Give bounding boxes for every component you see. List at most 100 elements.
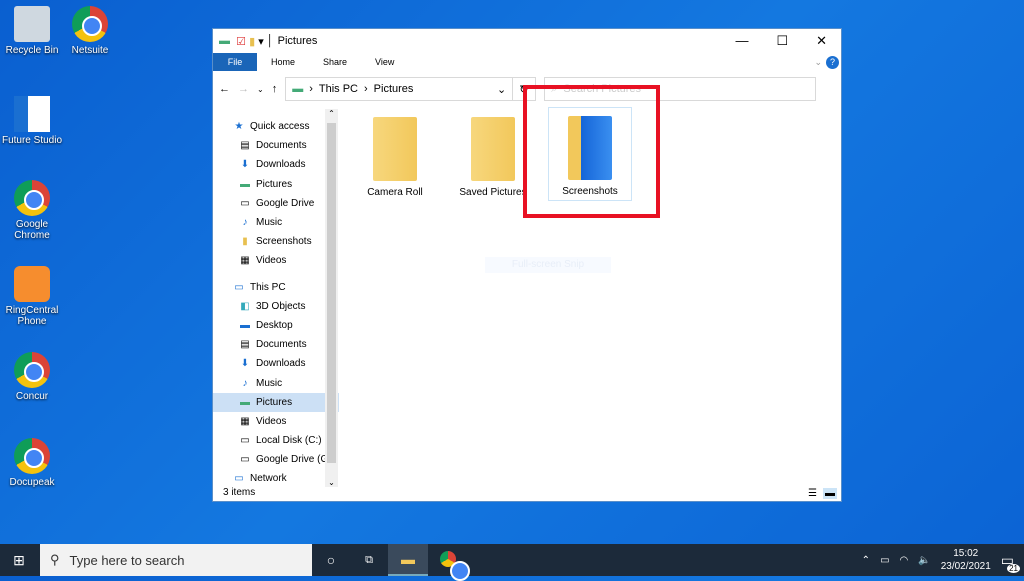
search-icon: ⚲ <box>50 552 60 568</box>
nav-3d-objects[interactable]: ◧3D Objects <box>213 297 339 316</box>
forward-button[interactable]: → <box>238 83 249 95</box>
cortana-icon[interactable]: ○ <box>312 552 350 568</box>
breadcrumb-pictures[interactable]: Pictures <box>374 83 414 95</box>
label: Local Disk (C:) <box>256 435 322 446</box>
nav-scrollbar[interactable]: ⌃⌄ <box>325 109 338 487</box>
notifications-button[interactable]: ▭21 <box>1001 552 1014 569</box>
videos-icon: ▦ <box>239 255 251 266</box>
nav-pc-documents[interactable]: ▤ Documents <box>213 335 339 354</box>
nav-videos[interactable]: ▦ Videos <box>213 251 339 270</box>
start-button[interactable]: ⊞ <box>0 552 38 569</box>
nav-pc-downloads[interactable]: ⬇Downloads <box>213 354 339 373</box>
label: Music <box>256 378 282 389</box>
details-view-button[interactable]: ☰ <box>808 488 817 499</box>
file-explorer-taskbar-icon[interactable]: ▬ <box>388 544 428 576</box>
highlight-box <box>523 85 660 218</box>
notification-count: 21 <box>1007 564 1020 573</box>
label: Recycle Bin <box>6 45 59 56</box>
tab-home[interactable]: Home <box>257 57 309 67</box>
nav-desktop[interactable]: ▬ Desktop <box>213 316 339 335</box>
label: Concur <box>16 391 48 402</box>
desktop-icon-ringcentral[interactable]: RingCentral Phone <box>0 266 64 327</box>
help-icon[interactable]: ? <box>826 56 839 69</box>
app-icon <box>14 96 50 132</box>
nav-local-disk[interactable]: ▭ Local Disk (C:) <box>213 431 339 450</box>
chevron-down-icon[interactable]: ⌄ <box>497 83 506 96</box>
nav-network[interactable]: ▭ Network <box>213 469 339 488</box>
minimize-button[interactable]: — <box>735 33 748 49</box>
battery-icon[interactable]: ▭ <box>880 555 889 566</box>
folder-camera-roll[interactable]: Camera Roll <box>353 109 437 198</box>
chrome-icon <box>14 180 50 216</box>
nav-downloads[interactable]: ⬇Downloads📌 <box>213 155 339 174</box>
scrollbar-thumb[interactable] <box>327 123 336 463</box>
download-icon: ⬇ <box>239 358 251 369</box>
documents-icon: ▤ <box>239 339 251 350</box>
label: Saved Pictures <box>459 187 526 198</box>
clock[interactable]: 15:0223/02/2021 <box>941 547 991 573</box>
label: Netsuite <box>72 45 109 56</box>
desktop-icon-docupeak[interactable]: Docupeak <box>0 438 64 488</box>
label: Docupeak <box>9 477 54 488</box>
recycle-bin-icon <box>14 6 50 42</box>
disk-icon: ▭ <box>239 435 251 446</box>
breadcrumb-this-pc[interactable]: This PC <box>319 83 358 95</box>
recent-icon[interactable]: ⌄ <box>257 85 264 94</box>
nav-pc-videos[interactable]: ▦Videos <box>213 412 339 431</box>
nav-pc-music[interactable]: ♪Music <box>213 373 339 392</box>
folder-icon <box>471 117 515 181</box>
label: Google Drive (G:) <box>256 454 334 465</box>
task-view-icon[interactable]: ⧉ <box>350 554 388 567</box>
address-bar[interactable]: ▬›This PC›Pictures⌄ <box>285 77 513 101</box>
nav-this-pc[interactable]: ▭This PC <box>213 278 339 297</box>
network-icon: ▭ <box>233 473 245 484</box>
window-title: Pictures <box>278 35 318 47</box>
phone-icon <box>14 266 50 302</box>
show-hidden-icons[interactable]: ⌃ <box>862 555 870 566</box>
taskbar-search[interactable]: ⚲ Type here to search <box>40 544 312 576</box>
tab-file[interactable]: File <box>213 53 257 71</box>
nav-documents[interactable]: ▤Documents📌 <box>213 136 339 155</box>
tab-view[interactable]: View <box>361 57 408 67</box>
close-button[interactable]: ✕ <box>816 33 827 49</box>
large-icons-view-button[interactable]: ▬ <box>823 488 837 499</box>
volume-icon[interactable]: 🔈 <box>918 555 930 566</box>
desktop-icon-concur[interactable]: Concur <box>0 352 64 402</box>
desktop-icon-google-chrome[interactable]: Google Chrome <box>0 180 64 241</box>
label: Downloads <box>256 159 305 170</box>
up-button[interactable]: ↑ <box>272 83 278 95</box>
label: Network <box>250 473 287 484</box>
label: Desktop <box>256 320 293 331</box>
folder-icon[interactable]: ▮ <box>249 35 255 48</box>
videos-icon: ▦ <box>239 416 251 427</box>
star-icon: ★ <box>233 121 245 132</box>
label: Documents <box>256 339 307 350</box>
properties-icon[interactable]: ☑ <box>236 35 246 48</box>
chrome-taskbar-icon[interactable] <box>428 551 468 570</box>
label: Pictures <box>256 179 292 190</box>
nav-quick-access[interactable]: ★Quick access <box>213 117 339 136</box>
desktop-icon-recycle-bin[interactable]: Recycle Bin <box>0 6 64 56</box>
search-placeholder: Type here to search <box>70 553 185 568</box>
nav-pictures[interactable]: ▬Pictures📌 <box>213 175 339 194</box>
desktop-icon-netsuite[interactable]: Netsuite <box>58 6 122 56</box>
customize-qat-icon[interactable]: ▾ <box>258 35 264 48</box>
back-button[interactable]: ← <box>219 83 230 95</box>
desktop-icon-future-studio[interactable]: Future Studio <box>0 96 64 146</box>
label: Screenshots <box>256 236 312 247</box>
download-icon: ⬇ <box>239 159 251 170</box>
tab-share[interactable]: Share <box>309 57 361 67</box>
chrome-icon <box>14 438 50 474</box>
wifi-icon[interactable]: ◠ <box>900 555 909 566</box>
nav-music[interactable]: ♪Music📌 <box>213 213 339 232</box>
label: Videos <box>256 255 286 266</box>
nav-screenshots[interactable]: ▮Screenshots <box>213 232 339 251</box>
drive-icon: ▭ <box>239 198 251 209</box>
nav-google-drive-g[interactable]: ▭Google Drive (G:) <box>213 450 339 469</box>
nav-pc-pictures[interactable]: ▬Pictures <box>213 393 339 412</box>
maximize-button[interactable]: ☐ <box>776 33 788 49</box>
expand-ribbon-icon[interactable]: ⌄ <box>810 57 826 68</box>
desktop-icon: ▬ <box>239 320 251 331</box>
pictures-icon: ▬ <box>239 397 251 408</box>
nav-google-drive[interactable]: ▭Google Drive📌 <box>213 194 339 213</box>
